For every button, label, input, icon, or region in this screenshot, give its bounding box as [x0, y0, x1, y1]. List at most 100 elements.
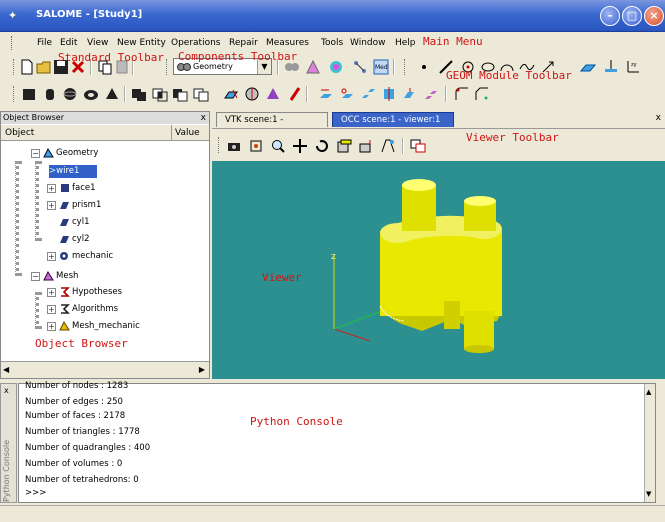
toolbar-separator: [445, 86, 447, 102]
multi-translation-icon[interactable]: [423, 86, 439, 102]
tree-item-prism1[interactable]: prism1: [59, 199, 101, 211]
menu-measures[interactable]: Measures: [266, 38, 309, 48]
object-browser-close-button[interactable]: x: [201, 112, 206, 124]
pipe-icon[interactable]: [287, 86, 303, 102]
title-bar[interactable]: ✦ SALOME - [Study1] – □ ×: [0, 0, 665, 32]
tree-expander-mechanic[interactable]: +: [47, 252, 56, 261]
column-object[interactable]: Object: [5, 128, 34, 138]
torus-icon[interactable]: [83, 86, 99, 102]
menu-repair[interactable]: Repair: [229, 38, 258, 48]
cone-icon[interactable]: [104, 86, 120, 102]
rotate-icon[interactable]: [314, 138, 330, 154]
clone-view-icon[interactable]: [410, 138, 426, 154]
scroll-right-icon[interactable]: ▶: [199, 365, 205, 374]
toolbar-separator: [124, 86, 126, 102]
scroll-left-icon[interactable]: ◀: [3, 365, 9, 374]
fillet-icon[interactable]: [454, 86, 470, 102]
tree-expander-hypotheses[interactable]: +: [47, 288, 56, 297]
shape-body: [380, 231, 502, 316]
med-module-icon[interactable]: Med: [373, 59, 389, 75]
minimize-button[interactable]: –: [600, 6, 620, 26]
close-button[interactable]: ×: [644, 6, 664, 26]
plane-icon[interactable]: [580, 59, 596, 75]
dump-view-icon[interactable]: [226, 138, 242, 154]
tree-expander-mesh-mechanic[interactable]: +: [47, 322, 56, 331]
menu-help[interactable]: Help: [395, 38, 416, 48]
viewer-close-button[interactable]: x: [656, 113, 661, 123]
tree-expander-geometry[interactable]: −: [31, 149, 40, 158]
cylinder-icon[interactable]: [42, 86, 58, 102]
tree-item-geometry[interactable]: Geometry: [43, 147, 98, 159]
revolution-icon[interactable]: [244, 86, 260, 102]
console-vscrollbar[interactable]: ▲ ▼: [644, 384, 655, 502]
tree-item-wire1-selected[interactable]: >wire1: [49, 165, 97, 178]
cylinder-object-icon: [60, 218, 69, 226]
new-document-icon[interactable]: [19, 59, 35, 75]
tree-expander-mesh[interactable]: −: [31, 272, 40, 281]
fuse-icon[interactable]: [131, 86, 147, 102]
box-icon[interactable]: [21, 86, 37, 102]
tab-occ-viewer[interactable]: OCC scene:1 - viewer:1: [332, 112, 454, 127]
tree-expander-prism1[interactable]: +: [47, 201, 56, 210]
toolbar-grip: [218, 137, 221, 153]
offset-icon[interactable]: [402, 86, 418, 102]
top-view-icon[interactable]: [358, 138, 374, 154]
python-console-dock-bar[interactable]: x Python Console: [0, 383, 17, 503]
tree-item-algorithms[interactable]: Algorithms: [59, 303, 118, 315]
shape-small-cylinder: [402, 185, 436, 231]
translation-icon[interactable]: [318, 86, 334, 102]
menu-edit[interactable]: Edit: [60, 38, 77, 48]
object-browser-header: Object Value: [1, 125, 209, 141]
tree-label: Hypotheses: [72, 287, 123, 297]
cut-icon[interactable]: [172, 86, 188, 102]
chamfer-icon[interactable]: [474, 86, 490, 102]
tree-item-mesh-mechanic[interactable]: Mesh_mechanic: [59, 320, 140, 332]
visu-module-icon[interactable]: [328, 59, 344, 75]
toolbar-grip: [404, 59, 407, 75]
tree-item-cyl2[interactable]: cyl2: [59, 233, 89, 245]
open-folder-icon[interactable]: [36, 59, 52, 75]
tree-item-mechanic[interactable]: mechanic: [59, 250, 113, 262]
maximize-button[interactable]: □: [622, 6, 642, 26]
supervision-module-icon[interactable]: [352, 59, 368, 75]
console-close-button[interactable]: x: [4, 386, 9, 395]
rotation-icon[interactable]: [339, 86, 355, 102]
scroll-down-icon[interactable]: ▼: [646, 490, 651, 498]
sphere-icon[interactable]: [62, 86, 78, 102]
common-icon[interactable]: [152, 86, 168, 102]
pan-icon[interactable]: [292, 138, 308, 154]
column-value[interactable]: Value: [171, 125, 209, 141]
occ-3d-canvas[interactable]: Z Viewer: [212, 161, 665, 379]
tree-expander-face1[interactable]: +: [47, 184, 56, 193]
tree-item-face1[interactable]: face1: [59, 182, 96, 194]
scroll-up-icon[interactable]: ▲: [646, 388, 651, 396]
front-view-icon[interactable]: [336, 138, 352, 154]
reset-view-icon[interactable]: [380, 138, 396, 154]
menu-file[interactable]: File: [37, 38, 52, 48]
mirror-icon[interactable]: [360, 86, 376, 102]
tree-item-mesh[interactable]: Mesh: [43, 270, 78, 282]
menu-view[interactable]: View: [87, 38, 108, 48]
tree-item-cyl1[interactable]: cyl1: [59, 216, 89, 228]
python-console[interactable]: Number of nodes : 1283 Number of edges :…: [18, 381, 656, 503]
extrusion-icon[interactable]: [223, 86, 239, 102]
menu-new-entity[interactable]: New Entity: [117, 38, 166, 48]
tab-vtk-viewer[interactable]: VTK scene:1 - viewer:1: [216, 112, 328, 139]
object-browser-hscrollbar[interactable]: ◀ ▶: [1, 361, 209, 378]
tree-item-hypotheses[interactable]: Hypotheses: [59, 286, 122, 298]
menu-window[interactable]: Window: [350, 38, 386, 48]
scale-icon[interactable]: [381, 86, 397, 102]
point-icon[interactable]: [416, 59, 432, 75]
working-plane-icon[interactable]: [603, 59, 619, 75]
components-selected: Geometry: [193, 62, 233, 71]
tree-expander-algorithms[interactable]: +: [47, 305, 56, 314]
menu-operations[interactable]: Operations: [171, 38, 220, 48]
filling-icon[interactable]: [265, 86, 281, 102]
zoom-icon[interactable]: [270, 138, 286, 154]
fit-all-icon[interactable]: [248, 138, 264, 154]
mesh-icon: [43, 270, 54, 280]
section-icon[interactable]: [193, 86, 209, 102]
local-cs-icon[interactable]: zy: [625, 59, 641, 75]
smesh-module-icon[interactable]: [305, 59, 321, 75]
menu-tools[interactable]: Tools: [321, 38, 343, 48]
